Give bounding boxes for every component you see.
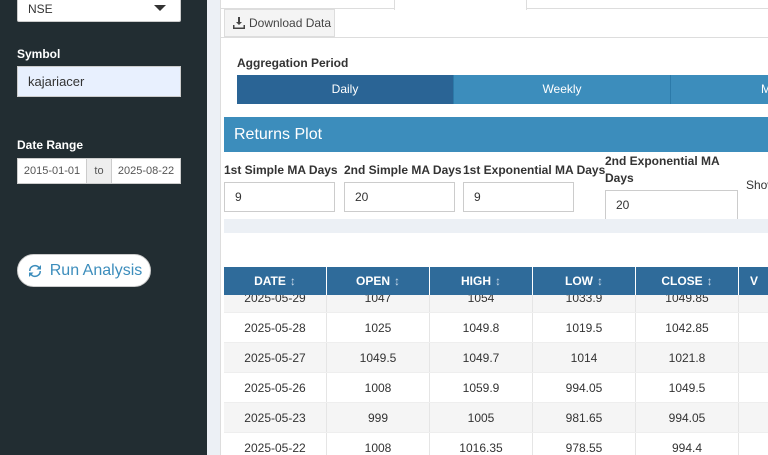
sidebar: NSE Symbol kajariacer Date Range 2015-01…: [0, 0, 207, 455]
download-label: Download Data: [249, 16, 332, 30]
cell-open: 999: [327, 403, 430, 432]
cell-close: 1049.5: [636, 373, 739, 402]
cell-close: 1021.8: [636, 343, 739, 372]
table-row: 2025-05-27 1049.5 1049.7 1014 1021.8: [224, 343, 768, 373]
cell-high: 1059.9: [430, 373, 533, 402]
cell-open: 1049.5: [327, 343, 430, 372]
table-row: 2025-05-26 1008 1059.9 994.05 1049.5: [224, 373, 768, 403]
ema1-input[interactable]: 9: [463, 182, 574, 212]
cell-open: 1008: [327, 433, 430, 455]
aggregation-period-label: Aggregation Period: [237, 56, 349, 70]
cell-close: 994.4: [636, 433, 739, 455]
run-analysis-button[interactable]: Run Analysis: [17, 254, 151, 287]
cell-low: 994.05: [533, 373, 636, 402]
cell-high: 1049.7: [430, 343, 533, 372]
cell-close: 1049.85: [636, 295, 739, 312]
table-row: 2025-05-29 1047 1054 1033.9 1049.85: [224, 295, 768, 313]
cell-volume: [739, 433, 768, 455]
sma2-label: 2nd Simple MA Days: [344, 163, 462, 177]
date-range: 2015-01-01 to 2025-08-22: [17, 158, 181, 184]
exchange-value: NSE: [28, 2, 53, 16]
cell-high: 1054: [430, 295, 533, 312]
cell-date: 2025-05-22: [224, 433, 327, 455]
cell-date: 2025-05-23: [224, 403, 327, 432]
sma1-label: 1st Simple MA Days: [224, 163, 338, 177]
cell-date: 2025-05-28: [224, 313, 327, 342]
aggregation-period-group: Daily Weekly M: [237, 75, 768, 104]
ema2-label: 2nd Exponential MA Days: [605, 154, 720, 185]
sort-icon: ↕: [597, 274, 603, 288]
cell-low: 1033.9: [533, 295, 636, 312]
cell-open: 1025: [327, 313, 430, 342]
ema1-label: 1st Exponential MA Days: [463, 163, 606, 177]
symbol-input[interactable]: kajariacer: [17, 66, 181, 97]
cell-date: 2025-05-26: [224, 373, 327, 402]
cell-high: 1005: [430, 403, 533, 432]
col-low-header[interactable]: LOW ↕: [533, 267, 636, 295]
table-header: DATE ↕ OPEN ↕ HIGH ↕ LOW ↕ CLOSE ↕ V: [224, 267, 768, 295]
cell-date: 2025-05-27: [224, 343, 327, 372]
table-row: 2025-05-23 999 1005 981.65 994.05: [224, 403, 768, 433]
aggregation-weekly-button[interactable]: Weekly: [454, 75, 671, 104]
cell-open: 1008: [327, 373, 430, 402]
col-high-header[interactable]: HIGH ↕: [430, 267, 533, 295]
plot-area: [224, 219, 768, 233]
download-icon: [233, 17, 245, 29]
aggregation-daily-button[interactable]: Daily: [237, 75, 454, 104]
cell-open: 1047: [327, 295, 430, 312]
table-body[interactable]: 2025-05-29 1047 1054 1033.9 1049.85 2025…: [224, 295, 768, 455]
aggregation-monthly-button[interactable]: M: [671, 75, 768, 104]
cell-close: 994.05: [636, 403, 739, 432]
cell-volume: [739, 403, 768, 432]
download-data-button[interactable]: Download Data: [224, 9, 335, 37]
cell-high: 1049.8: [430, 313, 533, 342]
col-close-header[interactable]: CLOSE ↕: [636, 267, 739, 295]
sort-icon: ↕: [394, 274, 400, 288]
col-date-header[interactable]: DATE ↕: [224, 267, 327, 295]
date-end-input[interactable]: 2025-08-22: [112, 159, 180, 183]
cell-volume: [739, 373, 768, 402]
table-row: 2025-05-22 1008 1016.35 978.55 994.4: [224, 433, 768, 455]
divider: [221, 37, 768, 38]
cell-date: 2025-05-29: [224, 295, 327, 312]
ema2-input[interactable]: 20: [605, 190, 738, 220]
cell-volume: [739, 343, 768, 372]
sma1-input[interactable]: 9: [224, 182, 335, 212]
sort-icon: ↕: [289, 274, 296, 288]
date-separator: to: [86, 159, 112, 183]
sma2-input[interactable]: 20: [344, 182, 455, 212]
cell-volume: [739, 295, 768, 312]
active-tab[interactable]: [394, 0, 527, 10]
date-start-input[interactable]: 2015-01-01: [18, 159, 86, 183]
sort-icon: ↕: [495, 274, 501, 288]
cell-volume: [739, 313, 768, 342]
symbol-label: Symbol: [17, 47, 61, 61]
cell-close: 1042.85: [636, 313, 739, 342]
show-label: Show: [746, 178, 768, 192]
returns-plot-header: Returns Plot: [224, 117, 768, 152]
cell-low: 978.55: [533, 433, 636, 455]
cell-low: 1014: [533, 343, 636, 372]
run-analysis-label: Run Analysis: [49, 261, 143, 279]
sort-icon: ↕: [706, 274, 713, 288]
main-content: Download Data Aggregation Period Daily W…: [207, 0, 768, 455]
exchange-select[interactable]: NSE: [17, 0, 181, 22]
col-volume-header[interactable]: V: [739, 267, 768, 295]
cell-low: 981.65: [533, 403, 636, 432]
col-open-header[interactable]: OPEN ↕: [327, 267, 430, 295]
data-table: DATE ↕ OPEN ↕ HIGH ↕ LOW ↕ CLOSE ↕ V 2025-05-…: [224, 267, 768, 455]
content-panel: Download Data Aggregation Period Daily W…: [220, 0, 768, 455]
caret-down-icon: [154, 5, 166, 11]
table-row: 2025-05-28 1025 1049.8 1019.5 1042.85: [224, 313, 768, 343]
date-range-label: Date Range: [17, 138, 84, 152]
refresh-icon: [28, 264, 41, 277]
cell-low: 1019.5: [533, 313, 636, 342]
cell-high: 1016.35: [430, 433, 533, 455]
